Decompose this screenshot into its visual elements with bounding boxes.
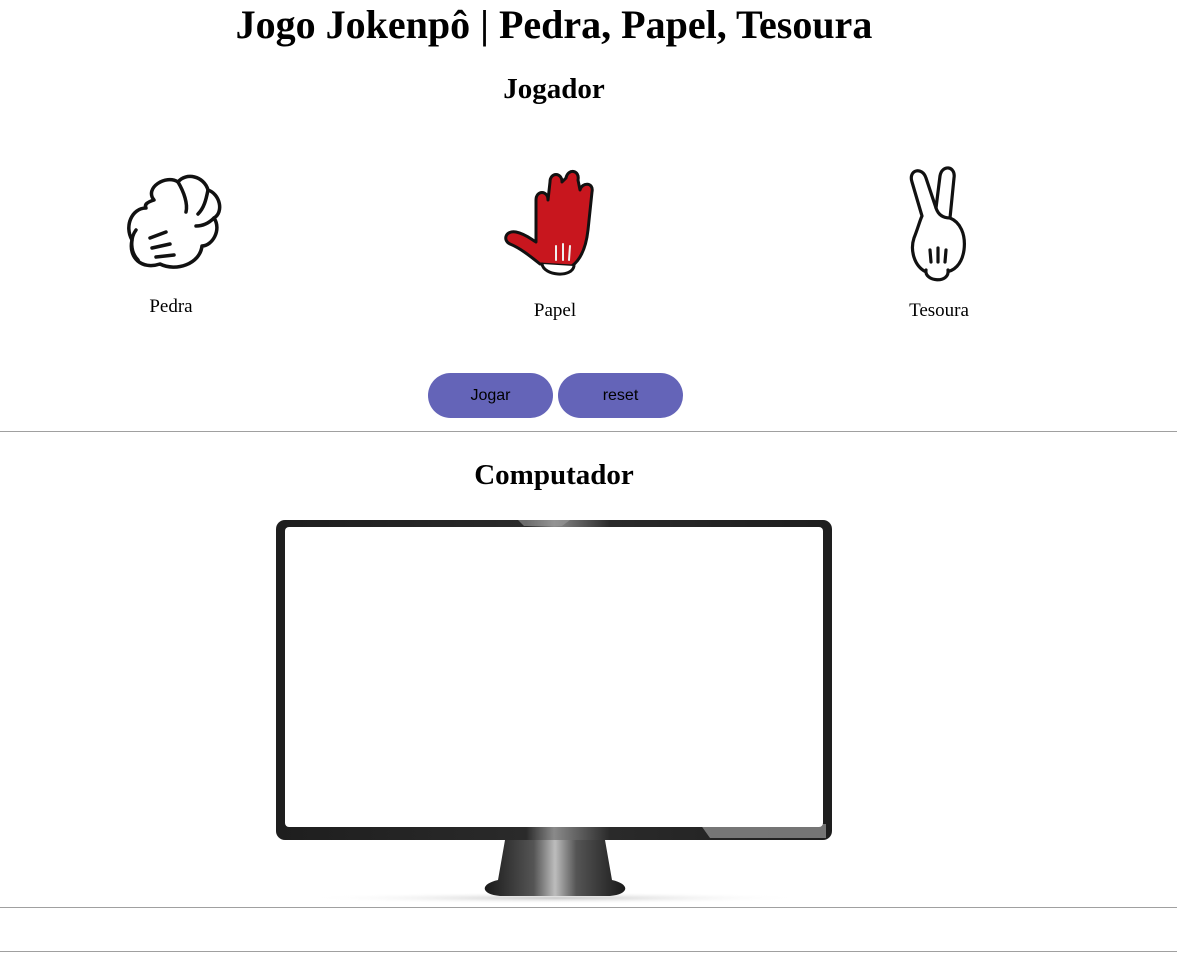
monitor-icon: [276, 520, 832, 904]
computer-display: [270, 512, 840, 909]
page-title: Jogo Jokenpô | Pedra, Papel, Tesoura: [235, 2, 873, 47]
divider: [0, 907, 1177, 908]
choice-paper[interactable]: Papel: [475, 160, 635, 322]
divider: [0, 431, 1177, 432]
page: Jogo Jokenpô | Pedra, Papel, Tesoura Jog…: [0, 0, 1177, 953]
choice-scissors[interactable]: Tesoura: [859, 160, 1019, 322]
choice-rock-label: Pedra: [149, 296, 193, 317]
divider: [0, 951, 1177, 952]
choice-paper-label: Papel: [533, 300, 577, 321]
computer-heading: Computador: [474, 459, 634, 491]
scissors-hand-icon: [909, 166, 966, 282]
play-button[interactable]: Jogar: [428, 373, 553, 418]
reset-button[interactable]: reset: [558, 373, 683, 418]
player-heading: Jogador: [503, 73, 605, 105]
rock-hand-icon: [127, 174, 222, 269]
paper-hand-icon: [504, 170, 594, 276]
choice-scissors-label: Tesoura: [909, 300, 969, 321]
choice-rock[interactable]: Pedra: [91, 160, 251, 318]
